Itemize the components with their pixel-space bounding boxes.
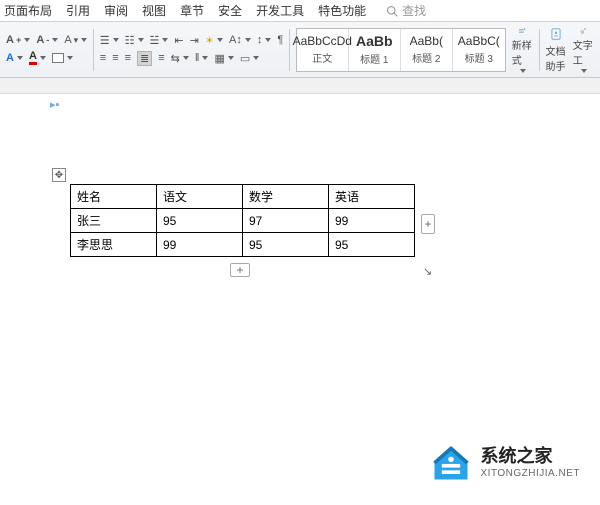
align-center-button[interactable]: ≡ (112, 52, 118, 64)
style-preview: AaBbC( (458, 34, 500, 48)
style-gallery: AaBbCcDd 正文 AaBb 标题 1 AaBb( 标题 2 AaBbC( … (296, 28, 506, 72)
align-justify-button[interactable]: ≣ (137, 51, 152, 66)
font-color-button[interactable]: A (29, 50, 46, 65)
table-cell[interactable]: 张三 (71, 209, 157, 233)
tab-developer[interactable]: 开发工具 (256, 2, 304, 19)
style-heading3[interactable]: AaBbC( 标题 3 (453, 29, 505, 71)
style-preview: AaBbCcDd (293, 34, 352, 48)
add-column-button[interactable]: + (421, 214, 435, 234)
search-box[interactable]: 查找 (386, 2, 426, 19)
table-row[interactable]: 姓名 语文 数学 英语 (71, 185, 415, 209)
new-style-label: 新样式 (512, 37, 533, 67)
table-cell[interactable]: 李思思 (71, 233, 157, 257)
tab-page-layout[interactable]: 页面布局 (4, 2, 52, 19)
font-size-decrease-button[interactable]: A- (36, 34, 58, 46)
number-list-button[interactable]: ☷ (125, 34, 144, 47)
bullet-list-button[interactable]: ☰ (100, 34, 119, 47)
tab-special[interactable]: 特色功能 (318, 2, 366, 19)
table-row[interactable]: 张三 95 97 99 (71, 209, 415, 233)
style-label: 标题 2 (412, 50, 440, 65)
ruler (0, 78, 600, 94)
borders-button[interactable]: ▦ (214, 52, 233, 65)
paragraph-group: ☰ ☷ ☱ ⇤ ⇥ ✶ A↕ ↕ ¶ ≡ ≡ ≡ ≣ ≡ ⇆ ‖ ▦ ▭ (100, 34, 284, 66)
style-label: 标题 1 (360, 51, 388, 66)
indent-button[interactable]: ⇆ (171, 52, 189, 65)
multilevel-list-button[interactable]: ☱ (150, 34, 169, 47)
text-effects-button[interactable]: ✶ (205, 34, 223, 47)
line-height-button[interactable]: ‖ (195, 52, 209, 64)
ribbon-content: A+ A- A▾ A A ☰ ☷ ☱ ⇤ ⇥ ✶ A↕ ↕ ¶ ≡ ≡ ≡ ≣ … (0, 22, 600, 78)
style-preview: AaBb( (410, 34, 443, 48)
style-normal[interactable]: AaBbCcDd 正文 (297, 29, 349, 71)
style-heading2[interactable]: AaBb( 标题 2 (401, 29, 453, 71)
font-format-group: A+ A- A▾ A A (6, 34, 87, 65)
table-cell[interactable]: 95 (157, 209, 243, 233)
watermark-url: XITONGZHIJIA.NET (481, 468, 581, 480)
new-style-icon (513, 27, 531, 35)
table-move-handle[interactable]: ✥ (52, 168, 66, 182)
style-label: 正文 (312, 50, 332, 65)
line-spacing-button[interactable]: ↕ (257, 34, 272, 46)
table-row[interactable]: 李思思 99 95 95 (71, 233, 415, 257)
table-header-cell[interactable]: 英语 (329, 185, 415, 209)
add-row-button[interactable]: + (230, 263, 250, 277)
watermark-title: 系统之家 (481, 446, 581, 468)
font-size-increase-button[interactable]: A+ (6, 34, 30, 46)
text-tool-button[interactable]: 文字工 (573, 27, 594, 73)
data-table[interactable]: 姓名 语文 数学 英语 张三 95 97 99 李思思 99 95 95 (70, 184, 415, 257)
tab-review[interactable]: 审阅 (104, 2, 128, 19)
sort-button[interactable]: A↕ (229, 34, 251, 46)
tab-sections[interactable]: 章节 (180, 2, 204, 19)
style-label: 标题 3 (465, 50, 493, 65)
table-cell[interactable]: 99 (157, 233, 243, 257)
fill-button[interactable]: ▭ (240, 52, 259, 65)
table-resize-handle[interactable]: ↘ (423, 265, 435, 277)
align-right-button[interactable]: ≡ (125, 52, 131, 64)
doc-helper-button[interactable]: 文档助手 (546, 27, 567, 73)
align-left-button[interactable]: ≡ (100, 52, 106, 64)
tab-view[interactable]: 视图 (142, 2, 166, 19)
table-cell[interactable]: 99 (329, 209, 415, 233)
shading-button[interactable] (52, 53, 73, 63)
house-icon (429, 441, 473, 485)
change-case-button[interactable]: A▾ (64, 34, 87, 46)
style-heading1[interactable]: AaBb 标题 1 (349, 29, 401, 71)
table-cell[interactable]: 97 (243, 209, 329, 233)
ribbon-tabs: 页面布局 引用 审阅 视图 章节 安全 开发工具 特色功能 查找 (0, 0, 600, 22)
doc-helper-label: 文档助手 (546, 43, 567, 73)
highlight-color-button[interactable]: A (6, 52, 23, 64)
table-cell[interactable]: 95 (329, 233, 415, 257)
style-preview: AaBb (356, 33, 393, 49)
tab-references[interactable]: 引用 (66, 2, 90, 19)
new-style-button[interactable]: 新样式 (512, 27, 533, 73)
table-header-cell[interactable]: 数学 (243, 185, 329, 209)
table-container: ✥ 姓名 语文 数学 英语 张三 95 97 99 李思思 99 95 95 +… (70, 184, 415, 257)
show-marks-button[interactable]: ¶ (277, 34, 283, 46)
doc-helper-icon (547, 27, 565, 41)
table-header-cell[interactable]: 姓名 (71, 185, 157, 209)
decrease-indent-button[interactable]: ⇤ (174, 34, 183, 47)
distribute-button[interactable]: ≡ (158, 52, 164, 64)
table-cell[interactable]: 95 (243, 233, 329, 257)
search-icon (386, 5, 398, 17)
tab-security[interactable]: 安全 (218, 2, 242, 19)
search-placeholder: 查找 (402, 2, 426, 19)
text-tool-icon (574, 27, 592, 35)
document-area: ▸▪ ✥ 姓名 语文 数学 英语 张三 95 97 99 李思思 99 95 9… (0, 94, 600, 494)
increase-indent-button[interactable]: ⇥ (190, 34, 199, 47)
text-tool-label: 文字工 (573, 37, 594, 67)
watermark-logo: 系统之家 XITONGZHIJIA.NET (429, 441, 581, 485)
page-corner-icon: ▸▪ (50, 98, 59, 111)
table-header-cell[interactable]: 语文 (157, 185, 243, 209)
